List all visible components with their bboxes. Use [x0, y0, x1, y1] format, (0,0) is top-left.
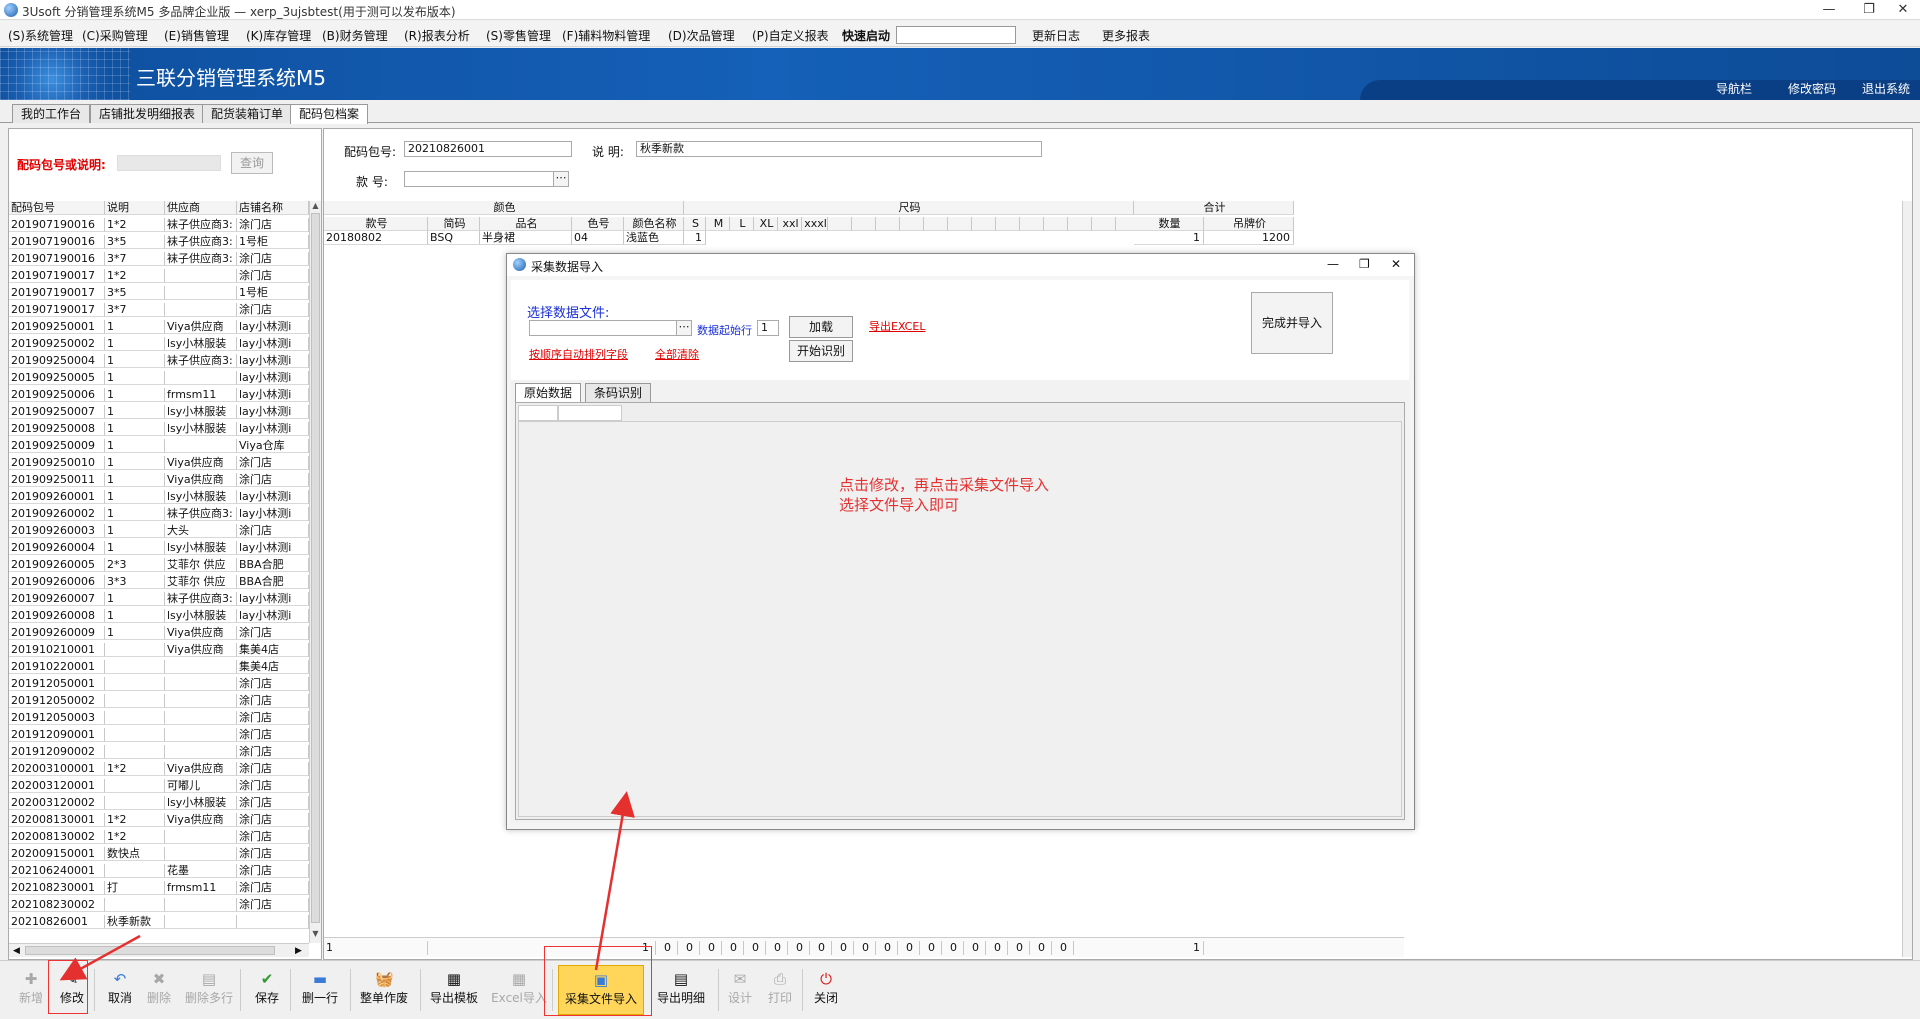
arrow-to-edit — [59, 934, 141, 981]
arrow-to-dialog — [594, 791, 635, 971]
annotation-arrows — [59, 791, 635, 981]
